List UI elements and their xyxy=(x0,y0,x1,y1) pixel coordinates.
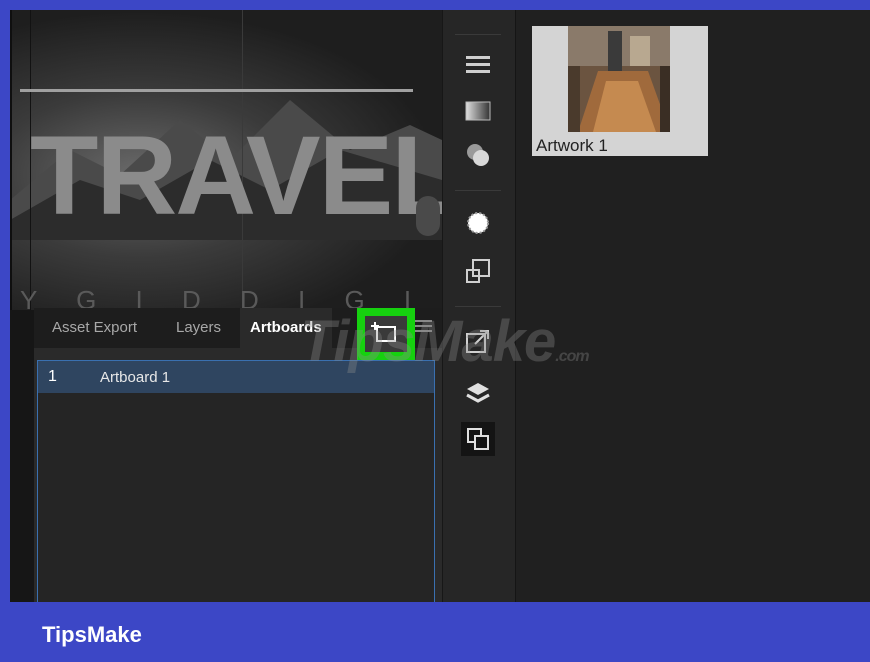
artwork-thumbnail[interactable]: Artwork 1 xyxy=(532,26,708,156)
footer-bar: TipsMake xyxy=(0,602,870,662)
artboard-list: 1 Artboard 1 xyxy=(37,360,435,602)
brush-icon[interactable] xyxy=(461,206,495,240)
footer-brand: TipsMake xyxy=(42,622,142,647)
document-canvas[interactable]: TRAVEL Y G I D D I G I D A xyxy=(10,10,442,310)
artwork-subline: Y G I D D I G I D A xyxy=(20,285,442,310)
toolbar-separator xyxy=(455,306,501,307)
transform-icon[interactable] xyxy=(461,254,495,288)
canvas-edge xyxy=(10,10,12,310)
artboard-name: Artboard 1 xyxy=(100,369,171,386)
canvas-scroll-handle[interactable] xyxy=(416,196,440,236)
artwork-preview-image xyxy=(568,26,670,132)
layers-icon[interactable] xyxy=(461,376,495,410)
artwork-headline: TRAVEL xyxy=(30,113,442,238)
right-toolbar xyxy=(442,10,517,602)
artboard-number: 1 xyxy=(48,368,57,385)
tab-layers[interactable]: Layers xyxy=(176,308,221,348)
toolbar-separator xyxy=(455,190,501,191)
properties-icon[interactable] xyxy=(461,48,495,82)
watermark: TipsMake.com xyxy=(300,308,590,375)
app-frame: TRAVEL Y G I D D I G I D A Asset Export … xyxy=(10,10,870,602)
toolbar-separator xyxy=(455,34,501,35)
artwork-label: Artwork 1 xyxy=(536,136,608,155)
watermark-suffix: .com xyxy=(555,348,589,365)
appearance-icon[interactable] xyxy=(461,138,495,172)
canvas-left-strip xyxy=(10,310,34,602)
watermark-text: TipsMake xyxy=(300,309,556,374)
artwork-panel: Artwork 1 xyxy=(516,10,870,602)
gradient-icon[interactable] xyxy=(461,94,495,128)
artboards-icon[interactable] xyxy=(461,422,495,456)
artwork-rule xyxy=(20,89,413,92)
tab-asset-export[interactable]: Asset Export xyxy=(52,308,137,348)
